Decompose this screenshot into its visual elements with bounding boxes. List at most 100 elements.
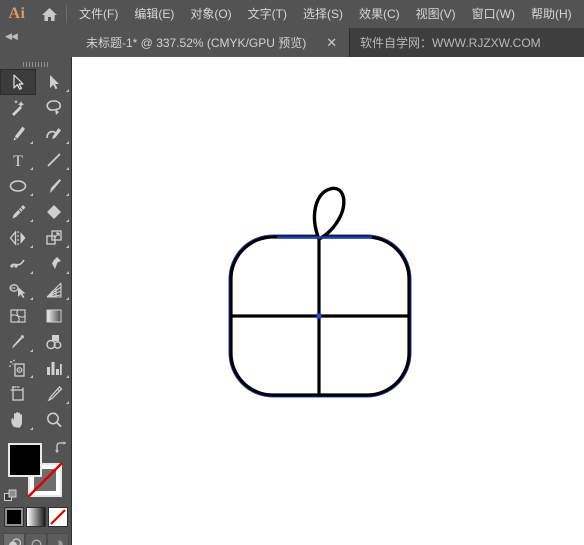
width-warp-tool[interactable] xyxy=(0,251,36,277)
menu-effect[interactable]: 效果(C) xyxy=(351,3,408,25)
eraser-tool[interactable] xyxy=(36,199,72,225)
close-icon[interactable]: ✕ xyxy=(320,36,343,49)
artboard-tool[interactable] xyxy=(0,381,36,407)
line-segment-tool[interactable] xyxy=(36,147,72,173)
menu-view[interactable]: 视图(V) xyxy=(408,3,464,25)
gradient-icon xyxy=(46,309,62,323)
eyedropper-icon xyxy=(12,335,24,349)
slice-tool[interactable] xyxy=(36,381,72,407)
curvature-tool[interactable] xyxy=(36,121,72,147)
scale-tool[interactable] xyxy=(36,225,72,251)
lasso-icon xyxy=(46,100,62,115)
default-fill-stroke-icon[interactable] xyxy=(4,489,18,503)
document-tab[interactable]: 未标题-1* @ 337.52% (CMYK/GPU 预览) ✕ xyxy=(72,28,351,57)
menu-file[interactable]: 文件(F) xyxy=(71,3,126,25)
free-transform-tool[interactable] xyxy=(36,251,72,277)
menu-object[interactable]: 对象(O) xyxy=(182,3,239,25)
eyedropper-tool[interactable] xyxy=(0,329,36,355)
rotate-reflect-tool[interactable] xyxy=(0,225,36,251)
gradient-tool[interactable] xyxy=(36,303,72,329)
fillmode-none[interactable] xyxy=(48,507,68,527)
tool-flyout-indicator xyxy=(66,141,69,144)
scale-icon xyxy=(46,230,62,245)
fillmode-color[interactable] xyxy=(4,507,24,527)
direct-selection-arrow-icon xyxy=(50,75,59,90)
ellipse-tool[interactable] xyxy=(0,173,36,199)
tool-flyout-indicator xyxy=(30,427,33,430)
mesh-tool[interactable] xyxy=(0,303,36,329)
document-tab-title: 未标题-1* @ 337.52% (CMYK/GPU 预览) xyxy=(86,36,307,50)
drawmode-inside[interactable] xyxy=(47,533,69,545)
blend-tool[interactable] xyxy=(36,329,72,355)
tool-flyout-indicator xyxy=(30,167,33,170)
draw-inside-icon xyxy=(58,539,63,545)
blend-icon xyxy=(46,335,62,350)
drawmode-normal[interactable] xyxy=(3,533,25,545)
line-icon xyxy=(47,153,61,167)
collapse-chevrons-icon: ◀◀ xyxy=(5,31,18,41)
menu-window[interactable]: 窗口(W) xyxy=(464,3,523,25)
tools-panel-drag-handle[interactable] xyxy=(0,57,72,69)
tool-flyout-indicator xyxy=(66,401,69,404)
symbol-sprayer-tool[interactable] xyxy=(0,355,36,381)
curvature-pen-icon xyxy=(46,128,61,139)
tool-flyout-indicator xyxy=(66,297,69,300)
tool-flyout-indicator xyxy=(30,219,33,222)
fillmode-gradient[interactable] xyxy=(26,507,46,527)
tool-flyout-indicator xyxy=(66,219,69,222)
drawmode-behind[interactable] xyxy=(25,533,47,545)
none-slash-icon xyxy=(50,509,66,525)
puppet-pin-icon xyxy=(48,257,61,271)
center-anchor-point[interactable] xyxy=(316,313,322,319)
direct-selection-tool[interactable] xyxy=(36,69,72,95)
tools-grid: T xyxy=(0,69,72,433)
menu-bar: Ai 文件(F) 编辑(E) 对象(O) 文字(T) 选择(S) 效果(C) 视… xyxy=(0,0,584,28)
selection-tool[interactable] xyxy=(0,69,36,95)
menu-help[interactable]: 帮助(H) xyxy=(523,3,580,25)
draw-behind-icon xyxy=(31,539,41,545)
reflect-icon xyxy=(9,230,26,246)
tools-panel: T xyxy=(0,57,72,545)
shaper-tool[interactable] xyxy=(0,199,36,225)
shape-builder-tool[interactable] xyxy=(0,277,36,303)
menu-edit[interactable]: 编辑(E) xyxy=(126,3,182,25)
illustrator-window: Ai 文件(F) 编辑(E) 对象(O) 文字(T) 选择(S) 效果(C) 视… xyxy=(0,0,584,545)
tool-flyout-indicator xyxy=(30,141,33,144)
selection-arrow-icon xyxy=(13,74,24,90)
document-canvas[interactable] xyxy=(72,57,584,545)
symbol-sprayer-icon xyxy=(9,359,25,377)
menu-type[interactable]: 文字(T) xyxy=(240,3,295,25)
lasso-tool[interactable] xyxy=(36,95,72,121)
home-icon[interactable] xyxy=(34,0,64,28)
pen-tool[interactable] xyxy=(0,121,36,147)
magic-wand-icon xyxy=(12,100,25,116)
apple-outline-shape[interactable] xyxy=(72,57,584,545)
tool-flyout-indicator xyxy=(30,349,33,352)
tool-flyout-indicator xyxy=(66,89,69,92)
fill-mode-buttons xyxy=(0,507,72,529)
type-tool[interactable]: T xyxy=(0,147,36,173)
tool-flyout-indicator xyxy=(30,245,33,248)
hand-tool[interactable] xyxy=(0,407,36,433)
perspective-grid-icon xyxy=(46,282,62,298)
panel-collapse-button[interactable]: ◀◀ xyxy=(0,28,72,57)
tool-flyout-indicator xyxy=(66,271,69,274)
tool-flyout-indicator xyxy=(30,375,33,378)
column-graph-tool[interactable] xyxy=(36,355,72,381)
mesh-icon xyxy=(10,309,26,323)
menu-select[interactable]: 选择(S) xyxy=(295,3,351,25)
swap-fill-stroke-icon[interactable] xyxy=(54,441,68,455)
paintbrush-icon xyxy=(50,179,61,193)
perspective-grid-tool[interactable] xyxy=(36,277,72,303)
shape-builder-icon xyxy=(9,284,26,298)
magic-wand-tool[interactable] xyxy=(0,95,36,121)
tool-flyout-indicator xyxy=(66,193,69,196)
fill-swatch[interactable] xyxy=(8,443,42,477)
hand-icon xyxy=(11,412,22,428)
slice-knife-icon xyxy=(47,386,63,402)
paintbrush-tool[interactable] xyxy=(36,173,72,199)
type-T-icon: T xyxy=(13,153,23,170)
zoom-tool[interactable] xyxy=(36,407,72,433)
tool-flyout-indicator xyxy=(66,167,69,170)
eraser-icon xyxy=(47,205,61,219)
